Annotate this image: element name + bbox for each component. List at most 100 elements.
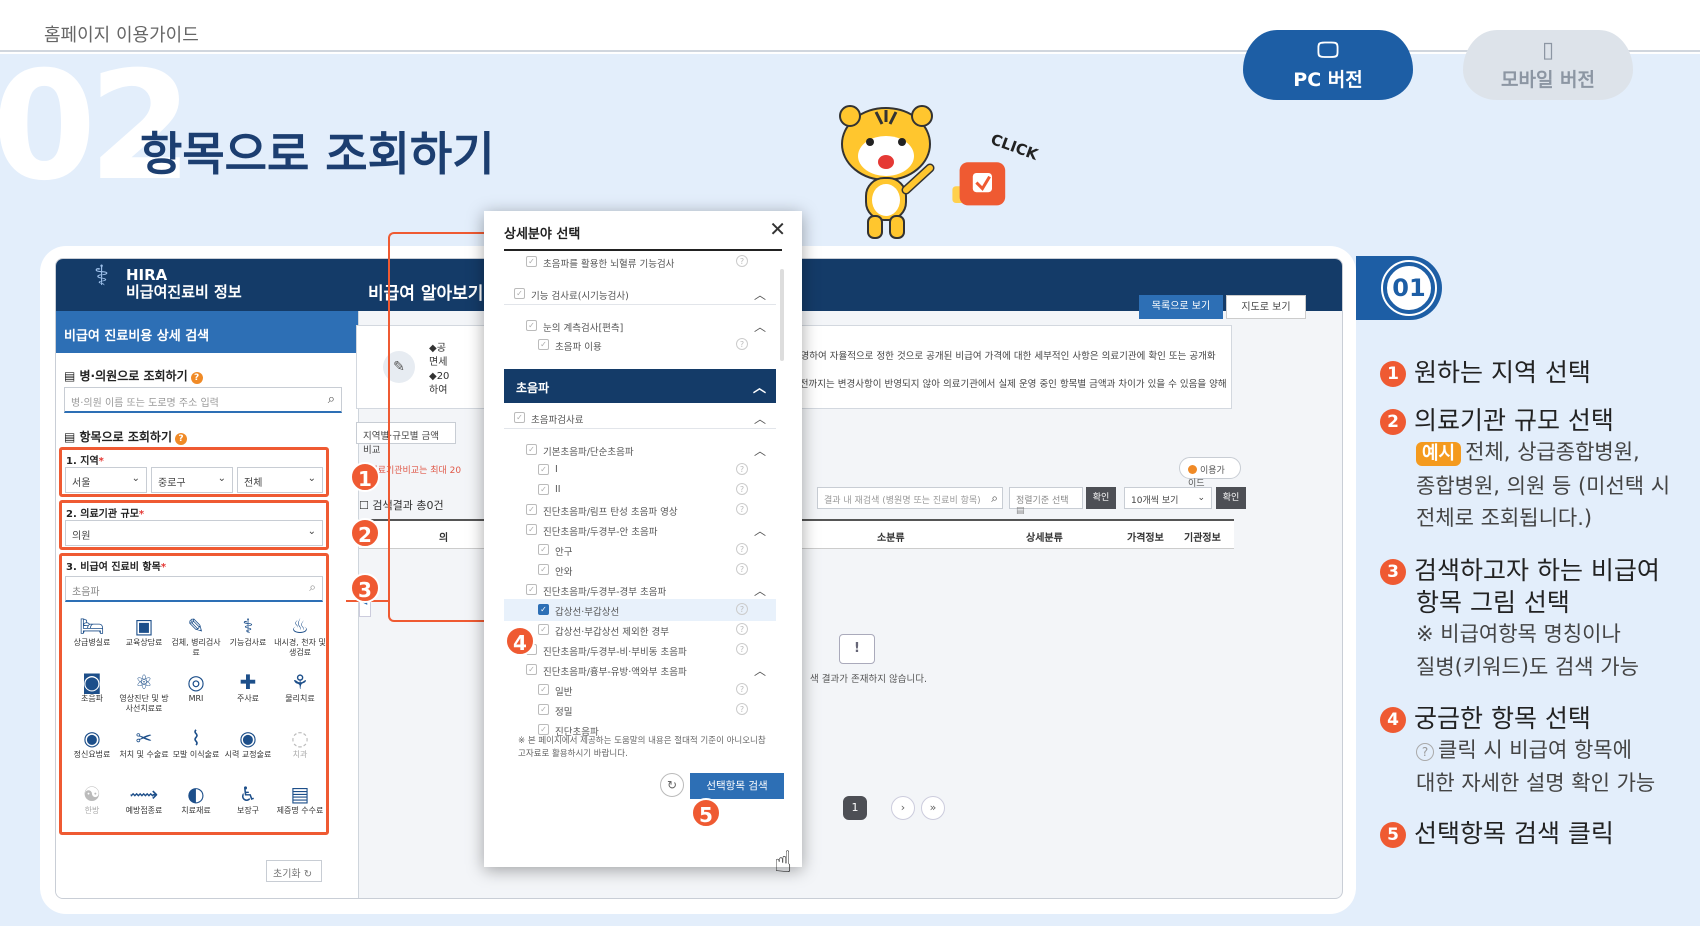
question-help-icon[interactable]: ? <box>736 543 748 555</box>
question-help-icon[interactable]: ? <box>736 683 748 695</box>
checkbox[interactable]: ✓ <box>538 544 549 555</box>
sort-select[interactable]: 정렬기준 선택 ▤ <box>1009 487 1083 516</box>
checkbox[interactable]: ✓ <box>538 464 549 475</box>
popup-list-item[interactable]: ✓ 초음파를 활용한 뇌혈류 기능검사? <box>504 251 776 273</box>
chevron-up-icon[interactable]: ︿ <box>754 318 766 335</box>
checkbox[interactable]: ✓ <box>514 412 525 423</box>
popup-list-item[interactable]: ✓ 갑상선·부갑상선 제외한 경부? <box>504 619 776 641</box>
chevron-up-icon[interactable]: ︿ <box>754 410 766 427</box>
checkbox[interactable]: ✓ <box>538 684 549 695</box>
item-category-material[interactable]: ◐ 치료재료 <box>170 778 222 834</box>
popup-list-item[interactable]: ✓ 기능 검사료(시기능검사) ︿ <box>504 283 776 305</box>
chevron-up-icon[interactable]: ︿ <box>753 377 766 396</box>
question-help-icon[interactable]: ? <box>736 603 748 615</box>
item-category-physio[interactable]: ⚘ 물리치료 <box>274 666 326 722</box>
popup-list-item[interactable]: ✓ 안구? <box>504 539 776 561</box>
per-page-select[interactable]: 10개씩 보기 ⌄ <box>1124 487 1212 509</box>
item-category-surgery[interactable]: ✂ 처치 및 수술료 <box>118 722 170 778</box>
popup-list-item[interactable]: ✓ 진단초음파/두경부-안 초음파 ︿ <box>504 519 776 541</box>
question-help-icon[interactable]: ? <box>736 563 748 575</box>
checkbox[interactable]: ✓ <box>526 584 537 595</box>
question-help-icon[interactable]: ? <box>736 703 748 715</box>
item-category-mri[interactable]: ◎ MRI <box>170 666 222 722</box>
popup-scrollbar[interactable] <box>780 269 784 361</box>
item-category-eye[interactable]: ◉ 시력 교정술료 <box>222 722 274 778</box>
item-category-oriental[interactable]: ☯ 한방 <box>66 778 118 834</box>
item-category-psych[interactable]: ◉ 정신요법료 <box>66 722 118 778</box>
item-category-certificate[interactable]: ▤ 제증명 수수료 <box>274 778 326 834</box>
tab-mobile-version[interactable]: ▯ 모바일 버전 <box>1463 30 1633 100</box>
view-map-button[interactable]: 지도로 보기 <box>1226 295 1306 319</box>
result-search-input[interactable]: 결과 내 재검색 (병원명 또는 진료비 항목) ⌕ <box>817 487 1003 509</box>
item-search-input[interactable]: 초음파 ⌕ <box>65 576 323 602</box>
close-icon[interactable]: ✕ <box>769 217 786 241</box>
item-category-endoscope[interactable]: ♨ 내시경, 천자 및 생검료 <box>274 610 326 666</box>
chevron-up-icon[interactable]: ︿ <box>754 286 766 303</box>
checkbox[interactable]: ✓ <box>538 484 549 495</box>
popup-category-ultrasound[interactable]: 초음파 ︿ <box>504 369 776 403</box>
question-help-icon[interactable]: ? <box>736 463 748 475</box>
usage-guide-button[interactable]: 이용가이드 <box>1179 457 1241 489</box>
sort-confirm-button[interactable]: 확인 <box>1086 487 1116 509</box>
question-help-icon[interactable]: ? <box>736 623 748 635</box>
question-help-icon[interactable]: ? <box>736 255 748 267</box>
page-1-button[interactable]: 1 <box>843 796 867 820</box>
next-page-button[interactable]: › <box>891 796 915 820</box>
popup-list-item[interactable]: ✓ 진단초음파/흉부-유방·액와부 초음파 ︿ <box>504 659 776 681</box>
popup-list-item[interactable]: ✓ 기본초음파/단순초음파 ︿ <box>504 439 776 461</box>
item-category-function-test[interactable]: ⚕ 기능검사료 <box>222 610 274 666</box>
chevron-up-icon[interactable]: ︿ <box>754 582 766 599</box>
region-sido-select[interactable]: 서울 ⌄ <box>65 467 147 493</box>
popup-list-item[interactable]: ✓ 정밀? <box>504 699 776 721</box>
item-category-counsel[interactable]: ▣ 교육상담료 <box>118 610 170 666</box>
scale-select[interactable]: 의원 ⌄ <box>65 520 323 546</box>
checkbox[interactable]: ✓ <box>526 664 537 675</box>
checkbox[interactable]: ✓ <box>538 624 549 635</box>
item-category-wheelchair[interactable]: ♿ 보장구 <box>222 778 274 834</box>
item-category-lab[interactable]: ✎ 검체, 병리검사료 <box>170 610 222 666</box>
item-category-hair[interactable]: ⌇ 모발 이식술료 <box>170 722 222 778</box>
item-category-imaging[interactable]: ⚛ 영상진단 및 방사선치료료 <box>118 666 170 722</box>
question-help-icon[interactable]: ? <box>736 503 748 515</box>
checkbox[interactable]: ✓ <box>526 256 537 267</box>
checkbox[interactable]: ✓ <box>538 724 549 735</box>
item-category-injection[interactable]: ✚ 주사료 <box>222 666 274 722</box>
search-icon[interactable]: ⌕ <box>328 392 335 407</box>
popup-list-item[interactable]: ✓ 진단초음파/림프 탄성 초음파 영상? <box>504 499 776 521</box>
chevron-up-icon[interactable]: ︿ <box>754 662 766 679</box>
view-list-button[interactable]: 목록으로 보기 <box>1139 295 1223 319</box>
checkbox[interactable]: ✓ <box>538 604 549 615</box>
question-help-icon[interactable]: ? <box>736 483 748 495</box>
per-page-confirm-button[interactable]: 확인 <box>1216 487 1246 509</box>
popup-list-item[interactable]: ✓ II? <box>504 479 776 501</box>
popup-list-item[interactable]: ✓진단초음파/두경부-비·부비동 초음파? <box>504 639 776 661</box>
hospital-search-input[interactable]: 병·의원 이름 또는 도로명 주소 입력 ⌕ <box>64 387 342 413</box>
tab-pc-version[interactable]: 🖵 PC 버전 <box>1243 30 1413 100</box>
checkbox[interactable]: ✓ <box>526 320 537 331</box>
chevron-up-icon[interactable]: ︿ <box>754 442 766 459</box>
region-sigungu-select[interactable]: 중로구 ⌄ <box>151 467 233 493</box>
popup-list-item[interactable]: ✓ I? <box>504 459 776 481</box>
popup-list-item[interactable]: ✓ 일반? <box>504 679 776 701</box>
region-dong-select[interactable]: 전체 ⌄ <box>237 467 323 493</box>
popup-list-item[interactable]: ✓ 갑상선·부갑상선? <box>504 599 776 621</box>
checkbox[interactable]: ✓ <box>538 339 549 350</box>
checkbox[interactable]: ✓ <box>538 564 549 575</box>
last-page-button[interactable]: » <box>921 796 945 820</box>
selected-item-search-button[interactable]: 선택항목 검색 <box>690 773 784 799</box>
item-category-bed[interactable]: 🛏 상급병실료 <box>66 610 118 666</box>
checkbox[interactable]: ✓ <box>538 704 549 715</box>
chevron-up-icon[interactable]: ︿ <box>754 522 766 539</box>
item-category-vaccine[interactable]: ⟿ 예방접종료 <box>118 778 170 834</box>
popup-refresh-icon[interactable]: ↻ <box>660 773 684 797</box>
popup-list-item[interactable]: ✓ 초음파 이용? <box>504 334 776 356</box>
checkbox[interactable]: ✓ <box>514 288 525 299</box>
popup-list-item[interactable]: ✓ 진단초음파/두경부-경부 초음파 ︿ <box>504 579 776 601</box>
question-help-icon[interactable]: ? <box>736 338 748 350</box>
popup-list-item[interactable]: ✓ 안와? <box>504 559 776 581</box>
checkbox[interactable]: ✓ <box>526 524 537 535</box>
item-category-tooth[interactable]: ◌ 치과 <box>274 722 326 778</box>
reset-button[interactable]: 초기화 ↻ <box>266 860 322 882</box>
checkbox[interactable]: ✓ <box>526 504 537 515</box>
popup-list-item[interactable]: ✓ 초음파검사료 ︿ <box>504 407 776 429</box>
